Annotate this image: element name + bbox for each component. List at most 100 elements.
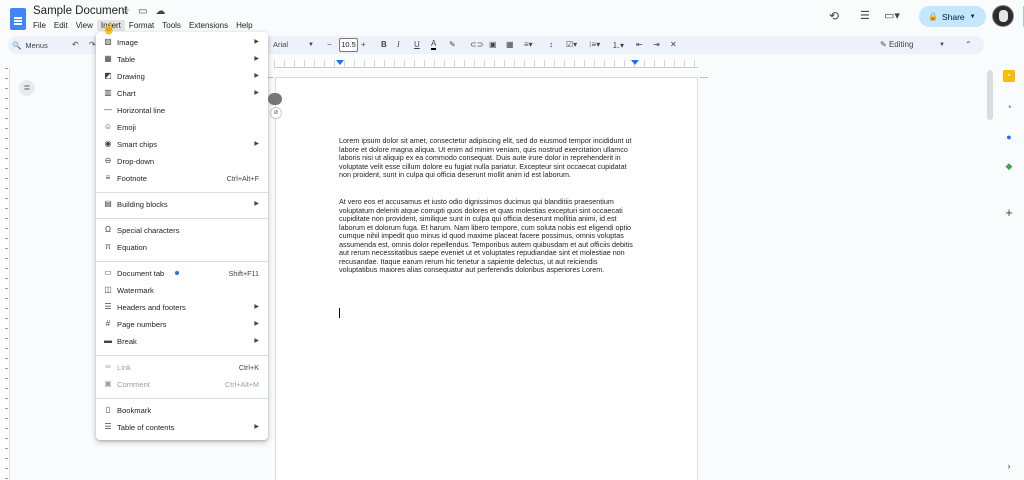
menu-view[interactable]: View: [72, 20, 97, 31]
highlight-icon[interactable]: ✎: [449, 40, 456, 49]
footnote-icon: ≡: [105, 173, 111, 182]
bulleted-list-icon[interactable]: ⁝≡▾: [589, 40, 600, 49]
menu-item-horizontal-line[interactable]: — Horizontal line: [96, 102, 268, 119]
menu-item-bookmark[interactable]: ▯ Bookmark: [96, 402, 268, 419]
star-icon[interactable]: ☆: [121, 6, 130, 17]
menu-item-dropdown[interactable]: ⊖ Drop-down: [96, 153, 268, 170]
version-history-icon[interactable]: ⟲: [829, 9, 839, 23]
decrease-font-icon[interactable]: −: [327, 40, 332, 49]
comment-chip-icon[interactable]: [268, 93, 282, 105]
italic-icon[interactable]: I: [397, 40, 400, 49]
submenu-arrow-icon: ▶: [254, 338, 259, 344]
menu-item-document-tab[interactable]: ▭ Document tab Shift+F11: [96, 265, 268, 282]
decrease-indent-icon[interactable]: ⇤: [636, 40, 643, 49]
add-comment-icon[interactable]: ▣: [489, 40, 497, 49]
docs-logo-icon[interactable]: [10, 8, 26, 30]
lock-icon: 🔒: [928, 12, 938, 21]
table-icon: ▦: [104, 54, 112, 63]
menu-item-equation[interactable]: π Equation: [96, 239, 268, 256]
numbered-list-icon[interactable]: ⒈▾: [612, 40, 624, 51]
collapse-toolbar-icon[interactable]: ⌃: [965, 40, 972, 49]
building-blocks-icon: ▤: [104, 199, 112, 208]
font-size-input[interactable]: 10.5: [339, 38, 358, 52]
underline-icon[interactable]: U: [414, 40, 420, 49]
bold-icon[interactable]: B: [381, 40, 387, 49]
menu-item-comment: ▣ Comment Ctrl+Alt+M: [104, 379, 259, 389]
body-paragraph[interactable]: Lorem ipsum dolor sit amet, consectetur …: [339, 136, 637, 180]
menu-item-headers-footers[interactable]: ☰ Headers and footers ▶: [96, 299, 268, 316]
search-icon: 🔍: [12, 40, 22, 50]
menu-bar: File Edit View Insert Format Tools Exten…: [29, 20, 257, 31]
increase-font-icon[interactable]: +: [361, 40, 366, 49]
menu-item-watermark[interactable]: ◫ Watermark: [96, 282, 268, 299]
line-spacing-icon[interactable]: ↕: [549, 40, 553, 49]
menu-edit[interactable]: Edit: [50, 20, 72, 31]
text-color-icon[interactable]: A: [431, 40, 437, 50]
menu-extensions[interactable]: Extensions: [185, 20, 232, 31]
tasks-icon[interactable]: ◔: [1003, 101, 1015, 113]
submenu-arrow-icon: ▶: [254, 141, 259, 147]
avatar[interactable]: [992, 5, 1014, 27]
smart-chips-icon: ◉: [104, 139, 112, 148]
link-icon[interactable]: ⊂⊃: [470, 40, 483, 49]
menu-item-special-characters[interactable]: Ω Special characters: [96, 222, 268, 239]
comments-icon[interactable]: ☰: [860, 9, 870, 22]
menu-item-table-of-contents[interactable]: ☰ Table of contents ▶: [96, 419, 268, 436]
search-menus-button[interactable]: 🔍 Menus: [12, 38, 48, 52]
menu-item-chart[interactable]: ▥ Chart ▶: [96, 85, 268, 102]
align-icon[interactable]: ≡▾: [524, 40, 533, 49]
body-paragraph[interactable]: At vero eos et accusamus et iusto odio d…: [339, 197, 637, 275]
vertical-ruler[interactable]: [0, 68, 10, 480]
right-indent-marker[interactable]: [631, 60, 639, 65]
checklist-icon[interactable]: ☑▾: [566, 40, 577, 49]
editing-mode-select[interactable]: ✎ Editing: [880, 40, 913, 49]
font-select[interactable]: Arial: [273, 40, 288, 49]
document-title[interactable]: Sample Document: [33, 5, 128, 17]
increase-indent-icon[interactable]: ⇥: [653, 40, 660, 49]
scrollbar[interactable]: [987, 70, 993, 120]
document-outline-icon[interactable]: ≣: [19, 80, 35, 96]
page-numbers-icon: #: [105, 319, 111, 328]
editing-chevron-icon[interactable]: ▼: [939, 42, 945, 48]
menu-tools[interactable]: Tools: [158, 20, 185, 31]
menu-item-break[interactable]: ▬ Break ▶: [96, 333, 268, 350]
show-side-panel-icon[interactable]: ›: [1003, 460, 1015, 472]
menu-item-table[interactable]: ▦ Table ▶: [96, 51, 268, 68]
menu-item-emoji[interactable]: ☺ Emoji: [96, 119, 268, 136]
insert-image-icon[interactable]: ▦: [506, 40, 514, 49]
menu-item-page-numbers[interactable]: # Page numbers ▶: [96, 316, 268, 333]
menu-format[interactable]: Format: [125, 20, 158, 31]
move-folder-icon[interactable]: ▭: [138, 6, 147, 17]
menu-item-smart-chips[interactable]: ◉ Smart chips ▶: [96, 136, 268, 153]
comment-icon: ▣: [104, 379, 112, 388]
left-indent-marker[interactable]: [336, 60, 344, 65]
maps-icon[interactable]: ◆: [1003, 160, 1015, 172]
submenu-arrow-icon: ▶: [254, 424, 259, 430]
horizontal-line-icon: —: [104, 105, 112, 114]
share-button[interactable]: 🔒 Share ▼: [919, 6, 1024, 27]
menu-help[interactable]: Help: [232, 20, 256, 31]
menu-item-drawing[interactable]: ◩ Drawing ▶: [96, 68, 268, 85]
submenu-arrow-icon: ▶: [254, 304, 259, 310]
clear-formatting-icon[interactable]: ✕: [670, 40, 677, 49]
menu-item-footnote[interactable]: ≡ Footnote Ctrl+Alt+F: [96, 170, 268, 187]
toc-icon: ☰: [104, 422, 112, 431]
redo-icon[interactable]: ↷: [89, 40, 96, 49]
menu-item-link[interactable]: ∞ Link Ctrl+K: [96, 359, 268, 376]
menu-divider: [96, 398, 268, 399]
keep-icon[interactable]: ▪: [1003, 70, 1015, 82]
contacts-icon[interactable]: ●: [1003, 131, 1015, 143]
cloud-status-icon[interactable]: ☁: [155, 6, 165, 17]
menu-file[interactable]: File: [29, 20, 50, 31]
menu-divider: [96, 261, 268, 262]
add-addon-icon[interactable]: +: [1003, 206, 1015, 219]
font-chevron-icon[interactable]: ▼: [308, 42, 314, 48]
menu-item-image[interactable]: ▨ Image ▶: [96, 34, 268, 51]
menu-item-building-blocks[interactable]: ▤ Building blocks ▶: [96, 196, 268, 213]
attachment-icon[interactable]: ⊘: [270, 107, 282, 119]
mouse-pointer-icon: ☝: [102, 23, 116, 35]
submenu-arrow-icon: ▶: [254, 90, 259, 96]
meet-icon[interactable]: ▭▾: [884, 9, 900, 22]
undo-icon[interactable]: ↶: [72, 40, 79, 49]
chevron-down-icon[interactable]: ▼: [970, 14, 976, 20]
